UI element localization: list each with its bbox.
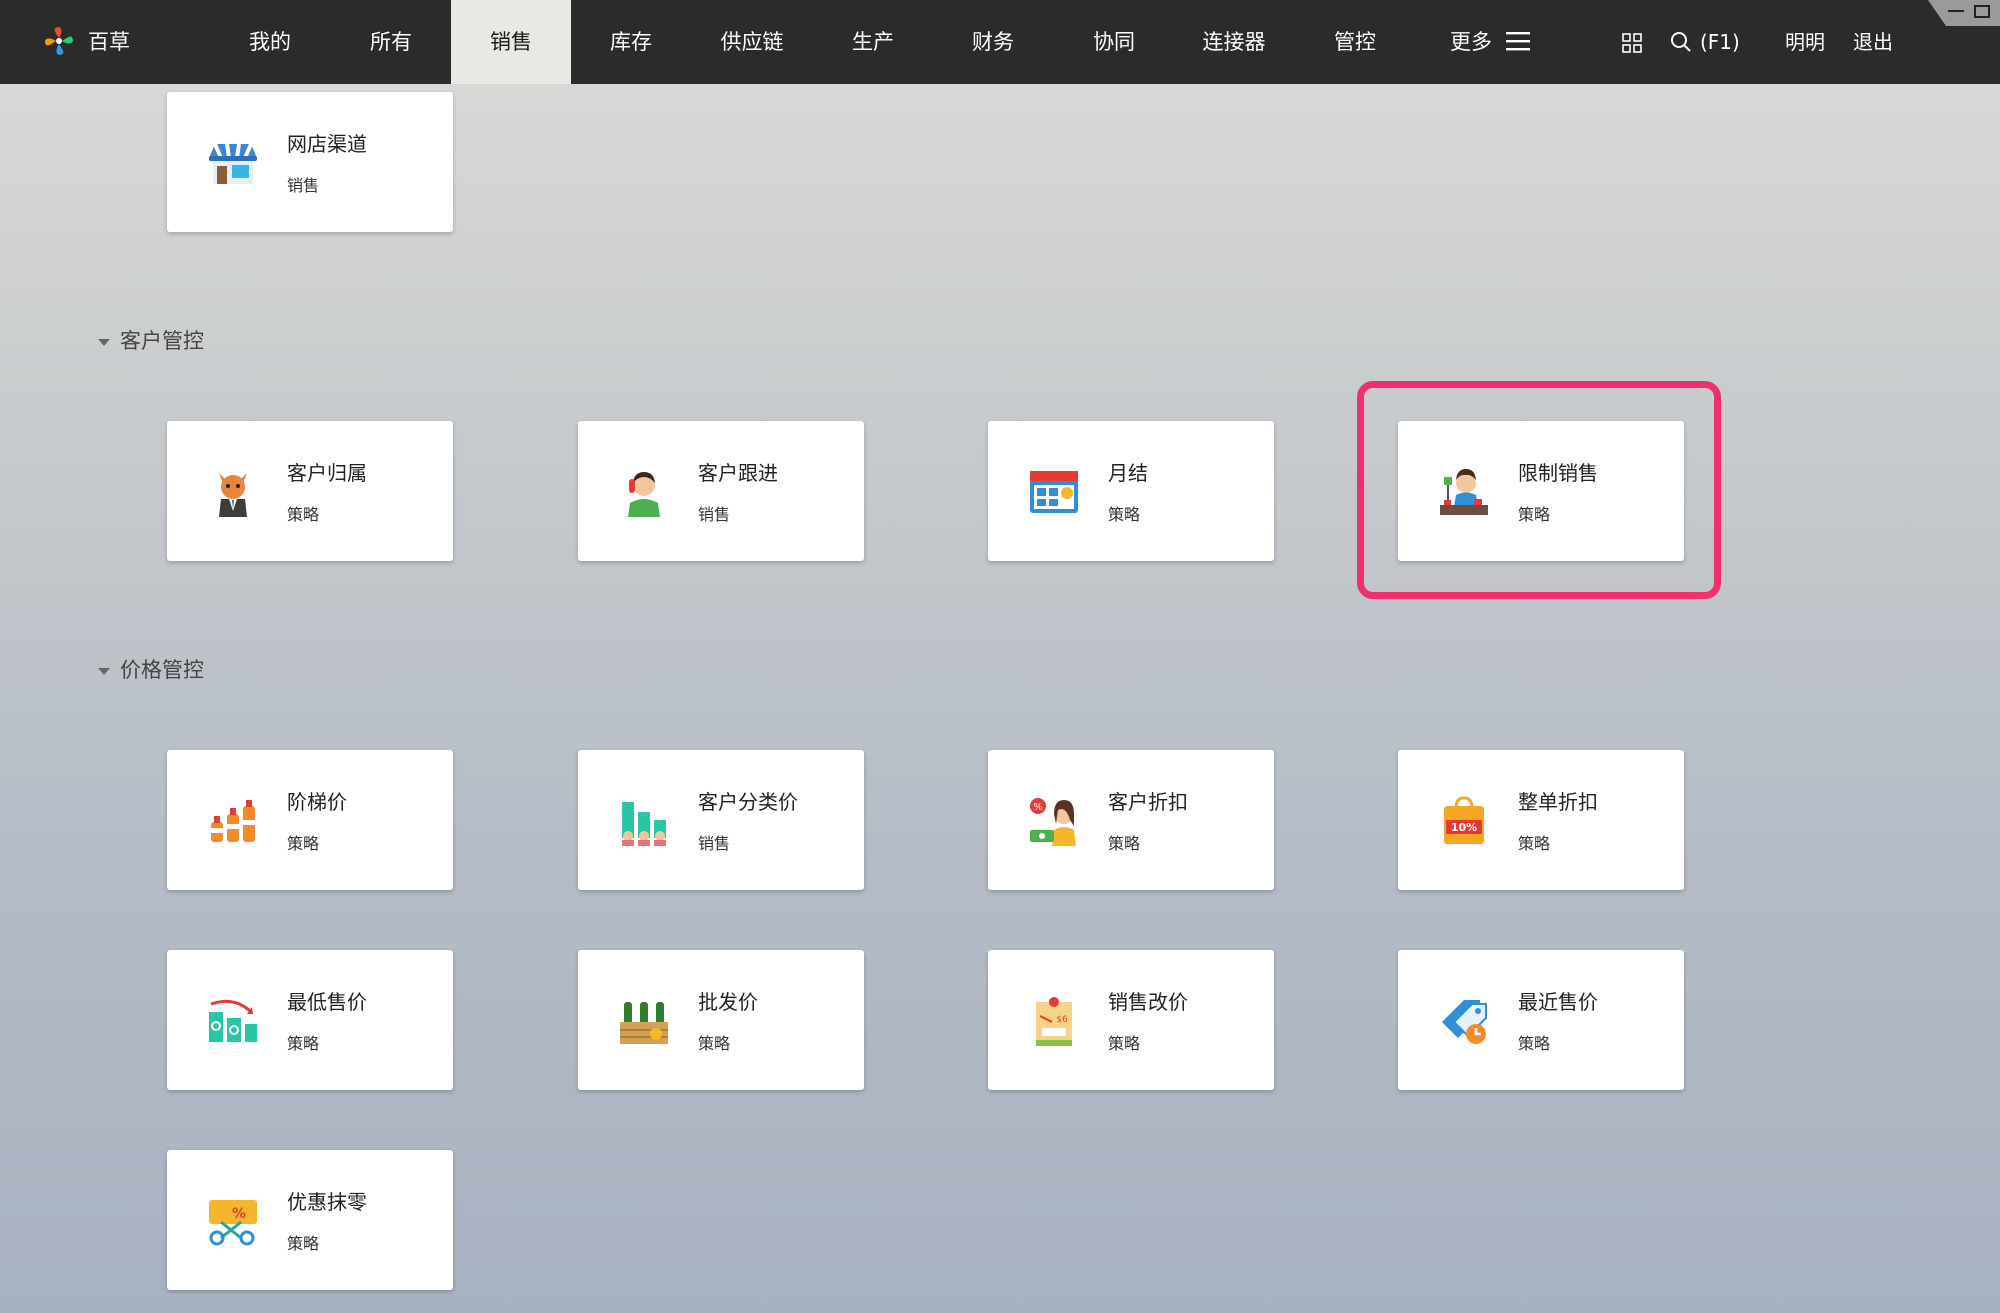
card-online-store[interactable]: 网店渠道 销售 bbox=[167, 92, 453, 232]
card-tiered-price[interactable]: 阶梯价 策略 bbox=[167, 750, 453, 890]
card-subtitle: 销售 bbox=[698, 834, 731, 853]
section-header-customer-control[interactable]: 客户管控 bbox=[98, 326, 204, 356]
app-brand: 百草 bbox=[88, 30, 130, 54]
user-name[interactable]: 明明 bbox=[1785, 0, 1825, 84]
card-title: 整单折扣 bbox=[1518, 790, 1598, 814]
bottles-icon bbox=[211, 800, 255, 842]
customer-chart-icon bbox=[622, 802, 666, 846]
card-minimum-price[interactable]: 最低售价 策略 bbox=[167, 950, 453, 1090]
card-subtitle: 策略 bbox=[287, 1034, 320, 1053]
maximize-icon[interactable] bbox=[1974, 5, 1990, 18]
search-icon[interactable] bbox=[1670, 31, 1692, 53]
card-subtitle: 策略 bbox=[287, 834, 320, 853]
cat-businessman-icon bbox=[219, 473, 247, 517]
card-subtitle: 策略 bbox=[287, 1234, 320, 1253]
highlight-box bbox=[1357, 381, 1721, 599]
svg-text:%: % bbox=[1033, 802, 1043, 813]
section-header-price-control[interactable]: 价格管控 bbox=[98, 655, 204, 685]
card-discount-rounding[interactable]: % 优惠抹零 策略 bbox=[167, 1150, 453, 1290]
card-subtitle: 策略 bbox=[1518, 834, 1551, 853]
phone-call-person-icon bbox=[628, 472, 660, 517]
shopping-bag-discount-icon: 10% bbox=[1444, 796, 1484, 844]
recent-price-tag-icon bbox=[1442, 1000, 1487, 1044]
card-price-change[interactable]: $6 销售改价 策略 bbox=[988, 950, 1274, 1090]
card-subtitle: 策略 bbox=[1108, 834, 1141, 853]
card-subtitle: 策略 bbox=[698, 1034, 731, 1053]
discount-person-icon: % bbox=[1030, 798, 1076, 846]
card-customer-category-price[interactable]: 客户分类价 销售 bbox=[578, 750, 864, 890]
price-down-icon bbox=[209, 999, 257, 1042]
card-title: 批发价 bbox=[698, 990, 758, 1014]
calendar-icon bbox=[1030, 471, 1078, 513]
search-shortcut-hint[interactable]: (F1) bbox=[1700, 0, 1740, 84]
svg-text:%: % bbox=[232, 1206, 246, 1222]
card-subtitle: 策略 bbox=[287, 505, 320, 524]
pinwheel-logo-icon bbox=[45, 27, 73, 55]
card-customer-ownership[interactable]: 客户归属 策略 bbox=[167, 421, 453, 561]
card-title: 优惠抹零 bbox=[287, 1190, 367, 1214]
price-tag-icon: $6 bbox=[1036, 997, 1072, 1046]
tab-connector[interactable]: 连接器 bbox=[1174, 0, 1294, 84]
tab-inventory[interactable]: 库存 bbox=[571, 0, 691, 84]
online-store-icon bbox=[209, 143, 257, 184]
tab-finance[interactable]: 财务 bbox=[933, 0, 1053, 84]
wholesale-bottles-icon bbox=[620, 1002, 668, 1044]
card-title: 客户折扣 bbox=[1108, 790, 1188, 814]
tab-all[interactable]: 所有 bbox=[331, 0, 451, 84]
tab-sales[interactable]: 销售 bbox=[451, 0, 571, 84]
caret-down-icon bbox=[98, 338, 110, 346]
caret-down-icon bbox=[98, 667, 110, 675]
card-recent-price[interactable]: 最近售价 策略 bbox=[1398, 950, 1684, 1090]
tab-supply-chain[interactable]: 供应链 bbox=[692, 0, 812, 84]
card-subtitle: 销售 bbox=[698, 505, 731, 524]
card-title: 客户跟进 bbox=[698, 461, 778, 485]
card-title: 客户归属 bbox=[287, 461, 367, 485]
card-title: 客户分类价 bbox=[698, 790, 798, 814]
grid-apps-icon[interactable] bbox=[1622, 33, 1642, 53]
tab-production[interactable]: 生产 bbox=[813, 0, 933, 84]
section-title: 价格管控 bbox=[120, 658, 204, 682]
card-wholesale-price[interactable]: 批发价 策略 bbox=[578, 950, 864, 1090]
card-title: 最低售价 bbox=[287, 990, 367, 1014]
section-title: 客户管控 bbox=[120, 329, 204, 353]
card-subtitle: 策略 bbox=[1518, 1034, 1551, 1053]
card-subtitle: 策略 bbox=[1108, 505, 1141, 524]
tab-control[interactable]: 管控 bbox=[1295, 0, 1415, 84]
card-customer-discount[interactable]: % 客户折扣 策略 bbox=[988, 750, 1274, 890]
card-order-discount[interactable]: 10% 整单折扣 策略 bbox=[1398, 750, 1684, 890]
svg-text:10%: 10% bbox=[1451, 821, 1477, 834]
card-subtitle: 销售 bbox=[287, 176, 320, 195]
logout-button[interactable]: 退出 bbox=[1853, 0, 1893, 84]
card-subtitle: 策略 bbox=[1108, 1034, 1141, 1053]
card-title: 最近售价 bbox=[1518, 990, 1598, 1014]
hamburger-menu-icon[interactable] bbox=[1506, 30, 1530, 52]
card-title: 网店渠道 bbox=[287, 132, 367, 156]
card-title: 销售改价 bbox=[1108, 990, 1188, 1014]
minimize-icon[interactable] bbox=[1948, 10, 1964, 12]
tab-collaboration[interactable]: 协同 bbox=[1054, 0, 1174, 84]
card-customer-followup[interactable]: 客户跟进 销售 bbox=[578, 421, 864, 561]
card-title: 阶梯价 bbox=[287, 790, 347, 814]
coupon-scissors-icon: % bbox=[209, 1200, 257, 1246]
tab-mine[interactable]: 我的 bbox=[210, 0, 330, 84]
card-title: 月结 bbox=[1108, 461, 1148, 485]
svg-text:$6: $6 bbox=[1056, 1015, 1068, 1025]
card-monthly-settlement[interactable]: 月结 策略 bbox=[988, 421, 1274, 561]
top-nav-bar: 百草 我的 所有 销售 库存 供应链 生产 财务 协同 连接器 管控 更多 (F… bbox=[0, 0, 2000, 84]
